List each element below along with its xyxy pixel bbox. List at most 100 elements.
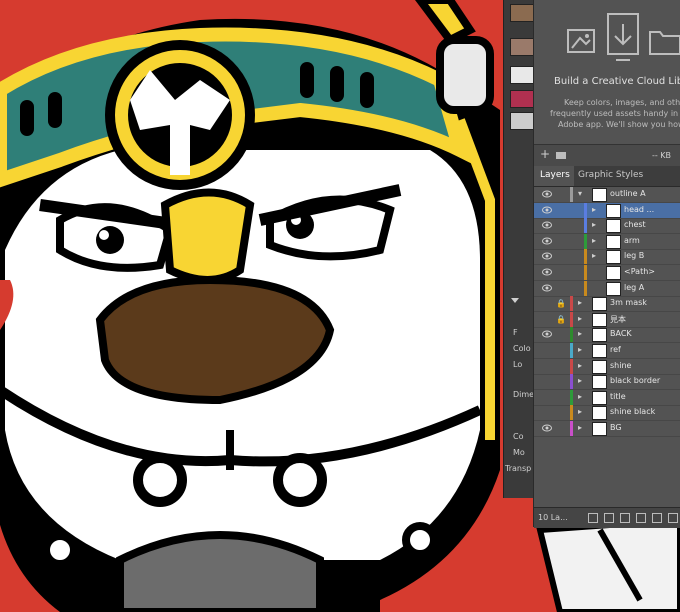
- layer-color-bar: [570, 374, 573, 390]
- layer-name: <Path>: [624, 267, 655, 276]
- layer-color-bar: [584, 233, 587, 249]
- locate-icon[interactable]: [604, 513, 614, 523]
- layer-color-bar: [584, 218, 587, 234]
- expand-toggle-icon[interactable]: ▸: [578, 314, 582, 323]
- expand-toggle-icon[interactable]: ▸: [578, 423, 582, 432]
- expand-toggle-icon[interactable]: ▾: [578, 189, 582, 198]
- lock-icon[interactable]: 🔒: [556, 299, 566, 308]
- export-icon[interactable]: [588, 513, 598, 523]
- expand-toggle-icon[interactable]: ▸: [578, 298, 582, 307]
- library-toolbar: + -- KB: [534, 144, 680, 167]
- visibility-eye-icon[interactable]: [542, 237, 552, 245]
- layer-row[interactable]: 🔒 ▸ 3m mask: [534, 296, 680, 313]
- layer-row[interactable]: ▸ chest: [534, 218, 680, 235]
- visibility-eye-icon[interactable]: [542, 190, 552, 198]
- layer-thumbnail: [606, 234, 621, 249]
- expand-toggle-icon[interactable]: ▸: [592, 205, 596, 214]
- visibility-eye-icon[interactable]: [542, 284, 552, 292]
- swatch-thumb[interactable]: [510, 4, 534, 22]
- layer-row[interactable]: leg A: [534, 280, 680, 297]
- layer-thumbnail: [592, 297, 607, 312]
- layer-row[interactable]: ▾ outline A: [534, 187, 680, 203]
- libraries-panel: Build a Creative Cloud Libra Keep colors…: [534, 0, 680, 148]
- prop-label: Dime: [513, 390, 535, 399]
- layers-footer: 10 La...: [534, 507, 680, 528]
- layer-name: shine black: [610, 407, 656, 417]
- layer-row[interactable]: ▸ head ...: [534, 202, 680, 219]
- swatch-thumb[interactable]: [510, 66, 534, 84]
- layer-thumbnail: [592, 312, 607, 327]
- layer-thumbnail: [606, 281, 621, 296]
- expand-toggle-icon[interactable]: ▸: [578, 329, 582, 338]
- layer-thumbnail: [592, 344, 607, 358]
- layer-row[interactable]: ▸ arm: [534, 233, 680, 250]
- expand-toggle-icon[interactable]: ▸: [592, 251, 596, 260]
- layer-name: chest: [624, 220, 646, 230]
- layer-color-bar: [570, 358, 573, 374]
- layer-name: leg A: [624, 282, 645, 292]
- layer-thumbnail: [592, 188, 607, 202]
- new-sublayer-icon[interactable]: [636, 513, 646, 523]
- layer-row[interactable]: ▸ BG: [534, 421, 680, 437]
- expand-toggle-icon[interactable]: ▸: [578, 361, 582, 370]
- layer-thumbnail: [592, 359, 607, 374]
- expand-toggle-icon[interactable]: ▸: [578, 376, 582, 385]
- prop-label: F: [513, 328, 518, 337]
- layer-name: 見本: [610, 314, 626, 324]
- layer-row[interactable]: ▸ black border: [534, 374, 680, 391]
- visibility-eye-icon[interactable]: [542, 221, 552, 229]
- layer-color-bar: [584, 202, 587, 218]
- tab-graphic-styles[interactable]: Graphic Styles: [578, 170, 643, 180]
- expand-toggle-icon[interactable]: ▸: [592, 220, 596, 229]
- layer-row[interactable]: ▸ shine: [534, 358, 680, 375]
- layer-thumbnail: [606, 250, 621, 265]
- layer-name: black border: [610, 376, 661, 386]
- expand-toggle-icon[interactable]: ▸: [578, 345, 582, 354]
- layer-name: head ...: [624, 204, 655, 214]
- library-illustration-icon: [567, 13, 680, 61]
- layer-row[interactable]: ▸ leg B: [534, 249, 680, 266]
- layers-count: 10 La...: [538, 513, 568, 522]
- layer-thumbnail: [592, 328, 607, 343]
- layer-thumbnail: [592, 406, 607, 421]
- layer-thumbnail: [592, 422, 607, 436]
- collapse-icon[interactable]: [511, 298, 519, 303]
- add-icon[interactable]: +: [540, 147, 550, 161]
- layer-color-bar: [570, 187, 573, 202]
- visibility-eye-icon[interactable]: [542, 206, 552, 214]
- layer-thumbnail: [592, 375, 607, 390]
- visibility-eye-icon[interactable]: [542, 252, 552, 260]
- expand-toggle-icon[interactable]: ▸: [578, 392, 582, 401]
- layer-name: ref: [610, 345, 621, 354]
- visibility-eye-icon[interactable]: [542, 268, 552, 276]
- swatch-thumb[interactable]: [510, 38, 534, 56]
- layer-row[interactable]: <Path>: [534, 265, 680, 281]
- trash-icon[interactable]: [668, 513, 678, 523]
- layer-thumbnail: [606, 219, 621, 234]
- tab-layers[interactable]: Layers: [540, 170, 570, 180]
- prop-label: Lo: [513, 360, 523, 369]
- swatch-thumb[interactable]: [510, 90, 534, 108]
- layer-color-bar: [584, 280, 587, 296]
- layer-thumbnail: [592, 390, 607, 405]
- expand-toggle-icon[interactable]: ▸: [578, 407, 582, 416]
- layer-color-bar: [570, 327, 573, 343]
- properties-labels: F Colo Lo Dime Co Mo Transp: [503, 290, 535, 500]
- lock-icon[interactable]: 🔒: [556, 315, 566, 324]
- visibility-eye-icon[interactable]: [542, 330, 552, 338]
- layer-name: BACK: [610, 329, 632, 339]
- layer-row[interactable]: ▸ title: [534, 389, 680, 406]
- layer-name: outline A: [610, 189, 646, 198]
- clip-icon[interactable]: [620, 513, 630, 523]
- layer-row[interactable]: 🔒 ▸ 見本: [534, 311, 680, 328]
- layer-row[interactable]: ▸ BACK: [534, 327, 680, 344]
- layer-row[interactable]: ▸ shine black: [534, 405, 680, 422]
- swatch-thumb[interactable]: [510, 112, 534, 130]
- layer-row[interactable]: ▸ ref: [534, 343, 680, 359]
- visibility-eye-icon[interactable]: [542, 424, 552, 432]
- new-layer-icon[interactable]: [652, 513, 662, 523]
- layer-thumbnail: [606, 266, 621, 280]
- layer-color-bar: [570, 421, 573, 436]
- folder-icon[interactable]: [556, 152, 566, 159]
- expand-toggle-icon[interactable]: ▸: [592, 236, 596, 245]
